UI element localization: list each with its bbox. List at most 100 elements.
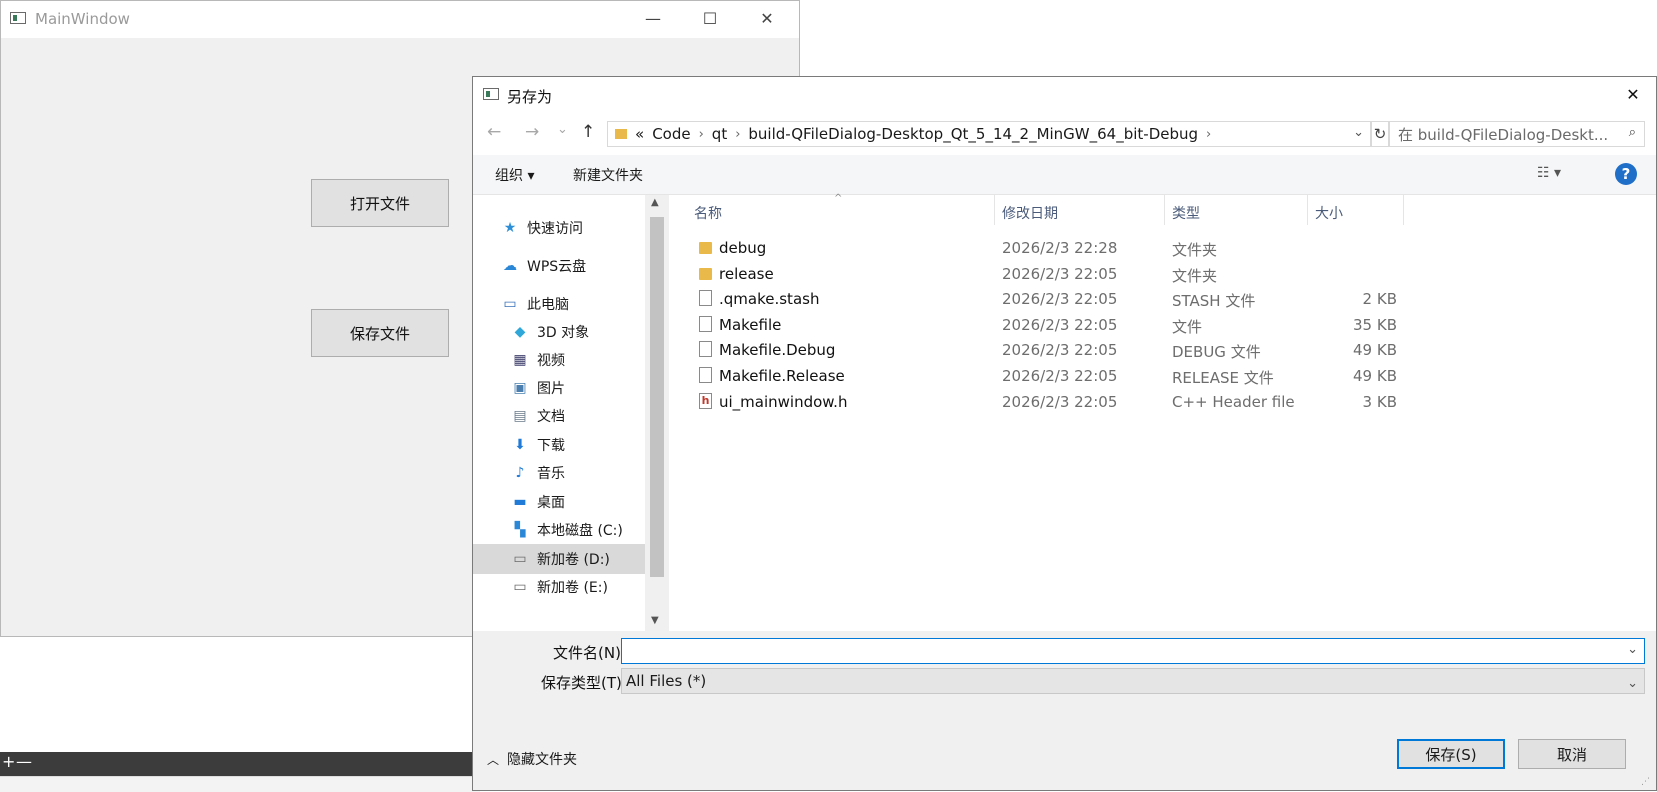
filename-input[interactable]: ⌄ xyxy=(621,638,1645,664)
up-arrow-icon[interactable]: ↑ xyxy=(581,122,595,142)
file-name: debug xyxy=(719,239,767,257)
chevron-right-icon[interactable]: › xyxy=(735,127,740,142)
chevron-right-icon[interactable]: › xyxy=(1206,127,1211,142)
nav-item-label: 视频 xyxy=(537,353,565,369)
back-arrow-icon[interactable]: ← xyxy=(487,122,501,142)
column-divider[interactable] xyxy=(994,195,995,225)
nav-item[interactable]: ▬ 桌面 xyxy=(473,487,645,517)
file-date: 2026/2/3 22:05 xyxy=(1002,264,1118,283)
forward-arrow-icon[interactable]: → xyxy=(525,122,539,142)
save-file-button[interactable]: 保存文件 xyxy=(311,309,449,357)
filetype-label: 保存类型(T): xyxy=(541,674,627,692)
file-date: 2026/2/3 22:05 xyxy=(1002,290,1118,309)
hide-folders-toggle[interactable]: ︿ 隐藏文件夹 xyxy=(487,749,577,769)
chevron-down-icon[interactable]: ⌄ xyxy=(1353,125,1364,140)
view-options-icon[interactable]: ☷ ▾ xyxy=(1537,165,1561,181)
address-segment[interactable]: Code xyxy=(652,125,690,143)
column-header-date[interactable]: 修改日期 xyxy=(1002,203,1058,223)
main-window-titlebar: MainWindow — ☐ ✕ xyxy=(1,1,799,38)
file-size: 3 KB xyxy=(1362,392,1397,411)
column-divider[interactable] xyxy=(1403,195,1404,225)
plus-icon[interactable]: + xyxy=(2,752,15,771)
nav-item-label: 新加卷 (D:) xyxy=(537,552,610,568)
file-row[interactable]: Makefile.Debug 2026/2/3 22:05 DEBUG 文件 49 K… xyxy=(669,337,1656,363)
file-row[interactable]: h ui_mainwindow.h 2026/2/3 22:05 C++ Header… xyxy=(669,389,1656,415)
file-row[interactable]: .qmake.stash 2026/2/3 22:05 STASH 文件 2 KB xyxy=(669,286,1656,312)
file-icon xyxy=(699,315,712,332)
column-header-type[interactable]: 类型 xyxy=(1172,203,1200,223)
chevron-down-icon[interactable]: ⌄ xyxy=(1627,642,1638,657)
hide-folders-label: 隐藏文件夹 xyxy=(507,752,578,768)
help-icon[interactable]: ? xyxy=(1615,163,1637,185)
file-type: RELEASE 文件 xyxy=(1172,369,1274,387)
nav-item-label: 文档 xyxy=(537,409,565,425)
nav-item[interactable]: ★ 快速访问 xyxy=(473,213,645,243)
organize-button[interactable]: 组织 ▾ xyxy=(495,165,534,185)
nav-item[interactable]: ▤ 文档 xyxy=(473,401,645,431)
nav-item[interactable]: ▣ 图片 xyxy=(473,373,645,403)
film-icon: ▦ xyxy=(513,352,527,368)
nav-item[interactable]: ◆ 3D 对象 xyxy=(473,317,645,347)
dialog-close-button[interactable]: ✕ xyxy=(1610,77,1656,114)
file-date: 2026/2/3 22:05 xyxy=(1002,367,1118,385)
file-row[interactable]: Makefile.Release 2026/2/3 22:05 RELEASE 文件… xyxy=(669,363,1656,389)
nav-item[interactable]: ▦ 视频 xyxy=(473,345,645,375)
nav-item[interactable]: ▭ 新加卷 (E:) xyxy=(473,572,645,602)
minimize-button[interactable]: — xyxy=(630,1,676,38)
nav-item-label: 新加卷 (E:) xyxy=(537,580,608,596)
nav-item-label: 下载 xyxy=(537,438,565,454)
file-type: C++ Header file xyxy=(1172,392,1295,411)
address-segment[interactable]: qt xyxy=(712,125,727,143)
file-icon xyxy=(699,367,712,383)
file-name: Makefile.Release xyxy=(719,367,845,385)
address-bar[interactable]: « Code › qt › build-QFileDialog-Desktop_… xyxy=(607,121,1371,147)
file-icon xyxy=(699,341,712,358)
new-folder-button[interactable]: 新建文件夹 xyxy=(573,165,643,185)
scroll-up-icon[interactable]: ▲ xyxy=(651,197,659,208)
open-file-button[interactable]: 打开文件 xyxy=(311,179,449,227)
app-icon xyxy=(10,12,26,24)
nav-item-label: 音乐 xyxy=(537,466,565,482)
scrollbar-thumb[interactable] xyxy=(650,217,664,577)
filetype-select[interactable]: All Files (*) ⌄ xyxy=(621,668,1645,694)
nav-item[interactable]: ▭ 此电脑 xyxy=(473,289,645,319)
column-divider[interactable] xyxy=(1307,195,1308,225)
minus-icon[interactable]: — xyxy=(16,752,32,771)
column-header-size[interactable]: 大小 xyxy=(1315,203,1343,223)
maximize-button[interactable]: ☐ xyxy=(687,1,733,38)
drive-icon: ▭ xyxy=(513,579,527,595)
scroll-down-icon[interactable]: ▼ xyxy=(651,615,659,626)
main-window-title: MainWindow xyxy=(35,10,130,28)
file-name: .qmake.stash xyxy=(719,290,820,309)
file-row[interactable]: Makefile 2026/2/3 22:05 文件 35 KB xyxy=(669,312,1656,338)
search-input[interactable]: 在 build-QFileDialog-Deskt... ⌕ xyxy=(1389,121,1645,147)
cloud-icon: ☁ xyxy=(503,258,517,274)
chevron-right-icon[interactable]: › xyxy=(699,127,704,142)
address-segment[interactable]: build-QFileDialog-Desktop_Qt_5_14_2_MinG… xyxy=(748,125,1198,143)
nav-item[interactable]: ▚ 本地磁盘 (C:) xyxy=(473,515,645,545)
close-button[interactable]: ✕ xyxy=(744,1,790,38)
refresh-button[interactable]: ↻ xyxy=(1371,121,1389,147)
cancel-button[interactable]: 取消 xyxy=(1518,739,1626,769)
dialog-title: 另存为 xyxy=(507,88,553,106)
column-divider[interactable] xyxy=(1164,195,1165,225)
nav-item[interactable]: ☁ WPS云盘 xyxy=(473,251,645,281)
chevron-down-icon[interactable]: ⌄ xyxy=(1627,672,1638,696)
nav-item[interactable]: ⬇ 下载 xyxy=(473,430,645,460)
navigation-pane: ★ 快速访问 ☁ WPS云盘 ▭ 此电脑 ◆ 3D 对象 ▦ 视频 ▣ 图片 ▤ 文档 ⬇ 下载 ♪ 音乐 ▬ 桌面 ▚… xyxy=(473,195,669,631)
recent-locations-chevron-icon[interactable]: ⌄ xyxy=(557,122,568,137)
picture-icon: ▣ xyxy=(513,380,527,396)
address-overflow[interactable]: « xyxy=(635,125,644,143)
resize-grip-icon[interactable]: ⋰ xyxy=(1641,777,1650,787)
sort-ascending-icon: ^ xyxy=(834,193,843,204)
save-button[interactable]: 保存(S) xyxy=(1397,739,1505,769)
nav-item[interactable]: ♪ 音乐 xyxy=(473,458,645,488)
file-date: 2026/2/3 22:05 xyxy=(1002,341,1118,360)
search-icon[interactable]: ⌕ xyxy=(1629,125,1636,140)
column-header-name[interactable]: 名称 xyxy=(694,203,722,223)
nav-item-label: 快速访问 xyxy=(527,221,583,237)
file-row[interactable]: debug 2026/2/3 22:28 文件夹 xyxy=(669,235,1656,261)
nav-item[interactable]: ▭ 新加卷 (D:) xyxy=(473,544,645,574)
file-row[interactable]: release 2026/2/3 22:05 文件夹 xyxy=(669,261,1656,287)
file-name: ui_mainwindow.h xyxy=(719,392,848,411)
